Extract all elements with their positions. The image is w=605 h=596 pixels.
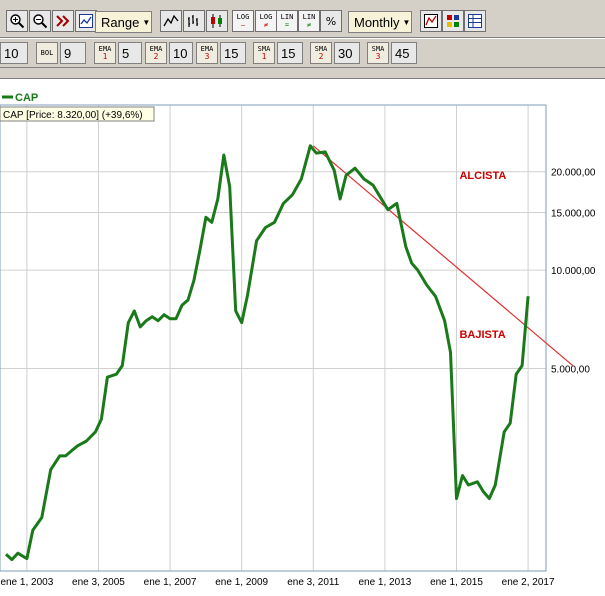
log-label: LOG <box>259 13 273 21</box>
zoom-out-icon[interactable] <box>29 10 51 32</box>
table-icon[interactable] <box>464 10 486 32</box>
lin-label: LIN <box>280 13 294 21</box>
x-tick-label: ene 1, 2015 <box>430 577 483 588</box>
ema-index: 3 <box>204 52 210 61</box>
annotation-bajista: BAJISTA <box>459 329 505 341</box>
linear-scale-icon[interactable]: LIN = <box>276 10 298 32</box>
price-chart[interactable]: 20.000,00 15.000,00 10.000,00 5.000,00 ene … <box>0 79 605 596</box>
main-toolbar: Range ▼ LOG — LOG ≠ LIN = LIN ≠ % Monthly ▼ <box>0 0 605 38</box>
zoom-in-icon[interactable] <box>6 10 28 32</box>
linear-scale-icon[interactable]: LIN ≠ <box>298 10 320 32</box>
ema-2-button[interactable]: EMA 2 <box>145 42 167 64</box>
ema-period-value: 5 <box>122 45 130 61</box>
log-scale-icon[interactable]: LOG ≠ <box>255 10 277 32</box>
fast-forward-icon[interactable] <box>52 10 74 32</box>
log-scale-icon[interactable]: LOG — <box>232 10 254 32</box>
percent-icon[interactable]: % <box>320 10 342 32</box>
chevron-down-icon: ▼ <box>142 17 151 27</box>
ema-3-button[interactable]: EMA 3 <box>196 42 218 64</box>
ema-2-period-field[interactable]: 10 <box>169 42 193 64</box>
series-line-cap[interactable] <box>4 144 530 562</box>
range-dropdown[interactable]: Range ▼ <box>95 11 152 33</box>
ema-1-period-field[interactable]: 5 <box>118 42 142 64</box>
y-tick-label: 10.000,00 <box>551 266 596 277</box>
price-tooltip-text: CAP [Price: 8.320,00] (+39,6%) <box>3 110 143 121</box>
percent-label: % <box>325 14 337 28</box>
sma-1-period-field[interactable]: 15 <box>277 42 303 64</box>
colors-icon[interactable] <box>442 10 464 32</box>
indicator-period-field[interactable]: 10 <box>0 42 28 64</box>
bol-period-value: 9 <box>64 45 72 61</box>
annotation-alcista: ALCISTA <box>459 170 506 182</box>
ema-1-button[interactable]: EMA 1 <box>94 42 116 64</box>
sma-index: 1 <box>261 52 267 61</box>
legend: CAP CAP [Price: 8.320,00] (+39,6%) <box>0 92 155 122</box>
line-chart-icon[interactable] <box>160 10 182 32</box>
bol-button[interactable]: BOL <box>36 42 58 64</box>
toolbar-separator <box>0 68 605 79</box>
x-tick-label: ene 1, 2003 <box>0 577 53 588</box>
ema-index: 1 <box>102 52 108 61</box>
period-label: Monthly <box>354 14 400 30</box>
x-tick-label: ene 1, 2009 <box>215 577 268 588</box>
log-label: LOG <box>236 13 250 21</box>
sma-index: 3 <box>375 52 381 61</box>
bar-chart-icon[interactable] <box>183 10 205 32</box>
x-tick-label: ene 2, 2017 <box>502 577 555 588</box>
x-tick-label: ene 3, 2011 <box>287 577 340 588</box>
ema-3-period-field[interactable]: 15 <box>220 42 246 64</box>
sma-index: 2 <box>318 52 324 61</box>
lin-label: LIN <box>302 13 316 21</box>
x-tick-label: ene 1, 2013 <box>358 577 411 588</box>
sma-period-value: 15 <box>281 45 296 61</box>
y-axis: 20.000,00 15.000,00 10.000,00 5.000,00 <box>551 168 596 376</box>
ema-period-value: 15 <box>224 45 239 61</box>
annotations: ALCISTA BAJISTA <box>459 170 506 341</box>
ema-period-value: 10 <box>173 45 188 61</box>
sma-2-button[interactable]: SMA 2 <box>310 42 332 64</box>
legend-series-name: CAP <box>15 92 38 104</box>
x-tick-label: ene 1, 2007 <box>144 577 197 588</box>
x-axis: ene 1, 2003 ene 3, 2005 ene 1, 2007 ene 1, … <box>0 577 555 588</box>
sma-3-period-field[interactable]: 45 <box>391 42 417 64</box>
chevron-down-icon: ▼ <box>402 17 411 27</box>
trendline[interactable] <box>312 145 574 367</box>
period-dropdown[interactable]: Monthly ▼ <box>348 11 412 33</box>
candlestick-icon[interactable] <box>206 10 228 32</box>
range-label: Range <box>101 14 140 30</box>
sma-period-value: 30 <box>338 45 353 61</box>
y-tick-label: 5.000,00 <box>551 364 590 375</box>
sma-2-period-field[interactable]: 30 <box>334 42 360 64</box>
chart-settings-icon[interactable] <box>420 10 442 32</box>
x-tick-label: ene 3, 2005 <box>72 577 125 588</box>
indicator-period-value: 10 <box>4 45 19 61</box>
ema-index: 2 <box>153 52 159 61</box>
sma-period-value: 45 <box>395 45 410 61</box>
sma-3-button[interactable]: SMA 3 <box>367 42 389 64</box>
bol-period-field[interactable]: 9 <box>60 42 86 64</box>
sma-1-button[interactable]: SMA 1 <box>253 42 275 64</box>
fit-icon[interactable] <box>75 10 97 32</box>
y-tick-label: 20.000,00 <box>551 168 596 179</box>
y-tick-label: 15.000,00 <box>551 209 596 220</box>
bol-label: BOL <box>40 49 54 57</box>
